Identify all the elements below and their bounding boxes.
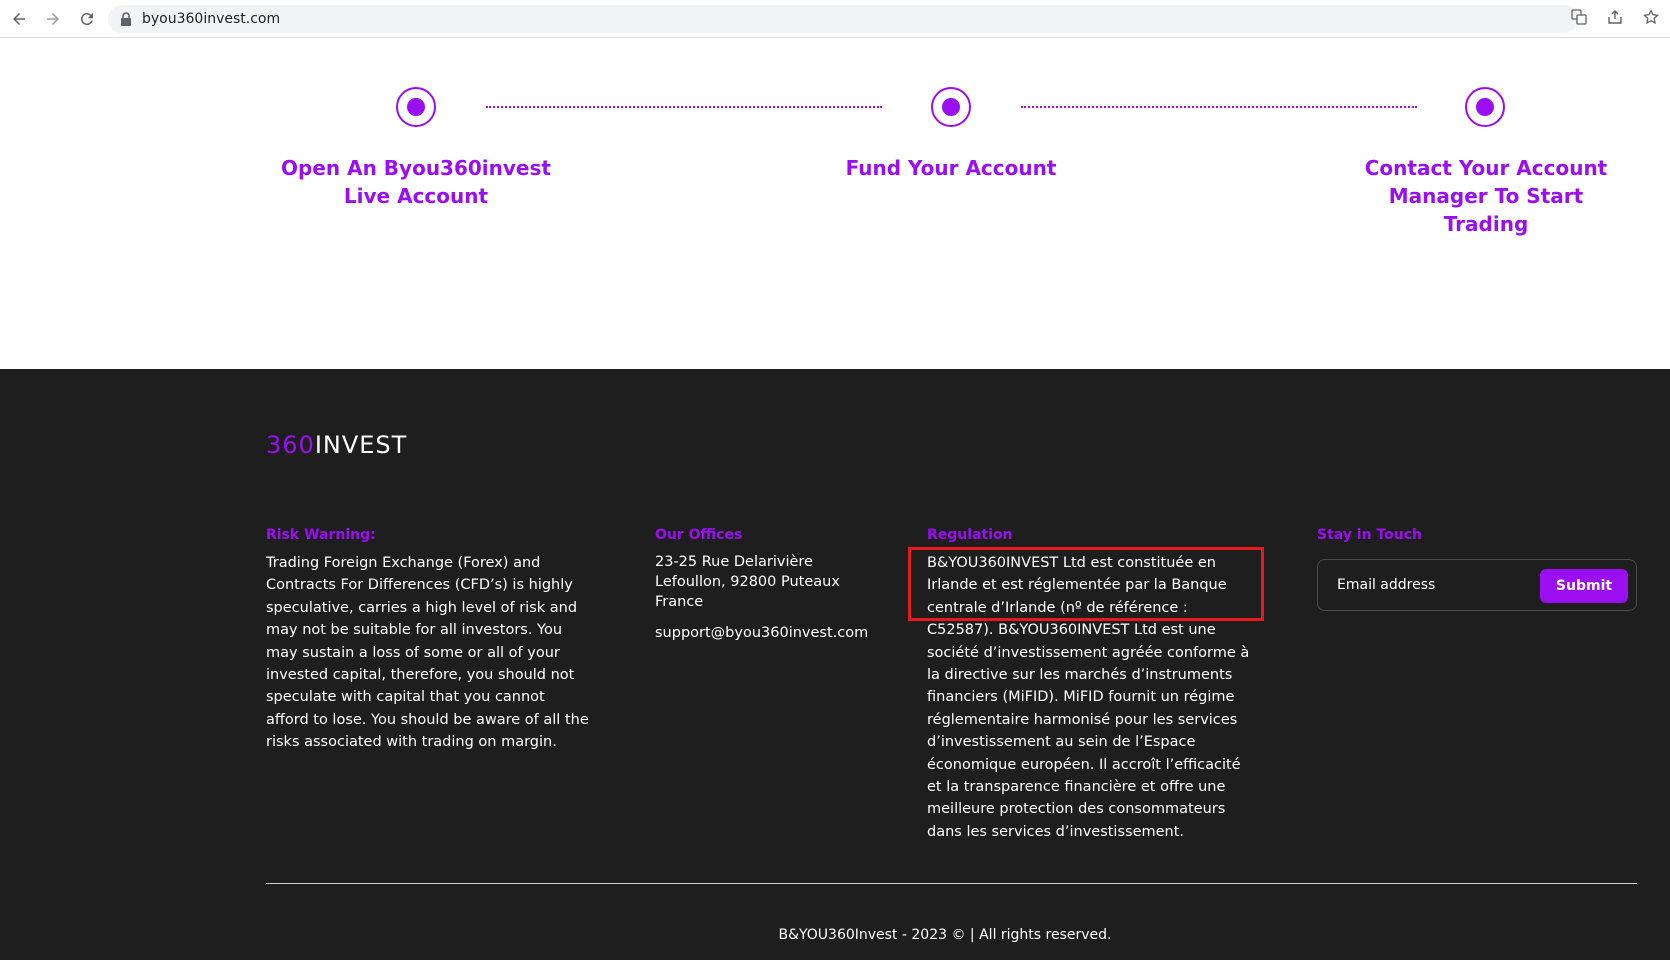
- stay-in-touch-heading: Stay in Touch: [1317, 527, 1422, 543]
- copyright-text: B&YOU360Invest - 2023 © | All rights res…: [778, 927, 1112, 943]
- offices-heading: Our Offices: [655, 527, 743, 543]
- step-2-title: Fund Your Account: [845, 156, 1057, 180]
- regulation-heading: Regulation: [927, 527, 1013, 543]
- footer-logo[interactable]: 360INVEST: [266, 431, 407, 459]
- newsletter-form: Submit: [1317, 559, 1637, 611]
- risk-warning-text: Trading Foreign Exchange (Forex) and Con…: [266, 555, 589, 751]
- translate-icon[interactable]: [1568, 6, 1590, 28]
- logo-part-360: 360: [266, 431, 315, 459]
- step-2-marker: [931, 87, 971, 127]
- reload-icon[interactable]: [72, 4, 102, 34]
- lock-icon: [121, 12, 131, 26]
- step-3-marker: [1465, 87, 1505, 127]
- support-email-link[interactable]: support@byou360invest.com: [655, 622, 885, 644]
- address-bar[interactable]: byou360invest.com: [108, 5, 1578, 33]
- url-text: byou360invest.com: [142, 11, 281, 27]
- step-3-title: Contact Your Account Manager To Start Tr…: [1364, 156, 1608, 236]
- step-connector-1: [486, 106, 882, 108]
- forward-icon[interactable]: [38, 4, 68, 34]
- step-connector-2: [1021, 106, 1417, 108]
- submit-button[interactable]: Submit: [1540, 569, 1628, 603]
- office-address: 23-25 Rue Delarivière Lefoullon, 92800 P…: [655, 554, 840, 610]
- footer-divider: [266, 883, 1637, 884]
- logo-part-invest: INVEST: [314, 431, 408, 459]
- share-icon[interactable]: [1604, 6, 1626, 28]
- steps-section: Open An Byou360invest Live Account Fund …: [0, 38, 1670, 369]
- back-icon[interactable]: [4, 4, 34, 34]
- step-1-marker: [396, 87, 436, 127]
- bookmark-star-icon[interactable]: [1640, 6, 1662, 28]
- site-footer: 360INVEST Risk Warning: Trading Foreign …: [0, 369, 1670, 960]
- browser-toolbar: byou360invest.com: [0, 0, 1670, 38]
- email-input[interactable]: [1328, 568, 1528, 602]
- highlight-box: [908, 547, 1264, 621]
- risk-warning-heading: Risk Warning:: [266, 527, 376, 543]
- step-1-title: Open An Byou360invest Live Account: [281, 156, 551, 208]
